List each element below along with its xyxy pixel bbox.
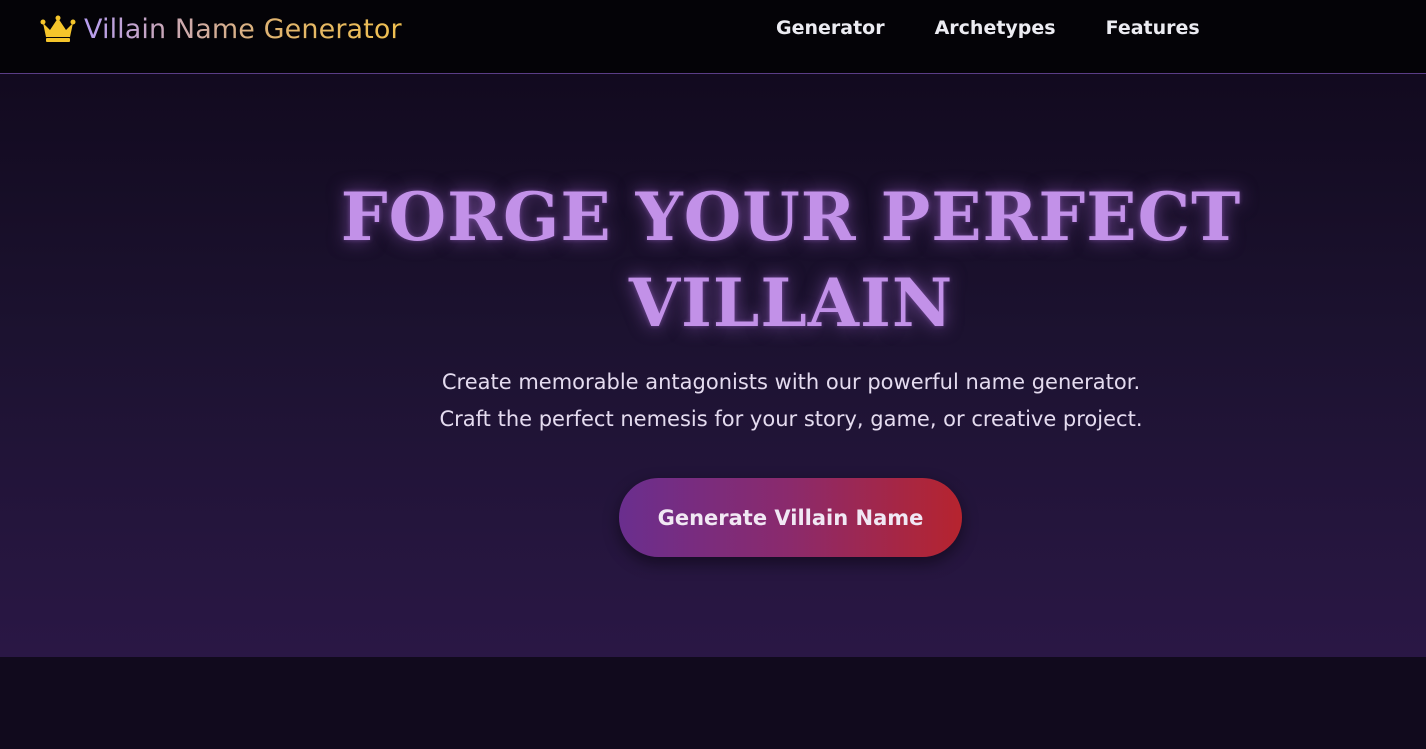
nav-link-features[interactable]: Features [1106,17,1200,39]
hero-title: FORGE YOUR PERFECT VILLAIN [0,174,1426,346]
main-nav: Generator Archetypes Features [776,17,1200,39]
hero-subtitle-line-2: Craft the perfect nemesis for your story… [439,407,1143,431]
hero-title-line-1: FORGE YOUR PERFECT [340,178,1242,256]
generate-villain-name-button[interactable]: Generate Villain Name [619,478,962,557]
brand-logo-link[interactable]: Villain Name Generator [40,12,402,46]
crown-icon [40,15,76,42]
hero-section: FORGE YOUR PERFECT VILLAIN Create memora… [0,74,1426,657]
next-section [0,657,1426,749]
hero-title-line-2: VILLAIN [628,264,954,342]
hero-subtitle-line-1: Create memorable antagonists with our po… [441,370,1141,394]
top-navbar: Villain Name Generator Generator Archety… [0,0,1426,74]
hero-subtitle: Create memorable antagonists with our po… [0,364,1426,438]
brand-title: Villain Name Generator [84,13,402,45]
nav-link-generator[interactable]: Generator [776,17,885,39]
nav-link-archetypes[interactable]: Archetypes [935,17,1056,39]
